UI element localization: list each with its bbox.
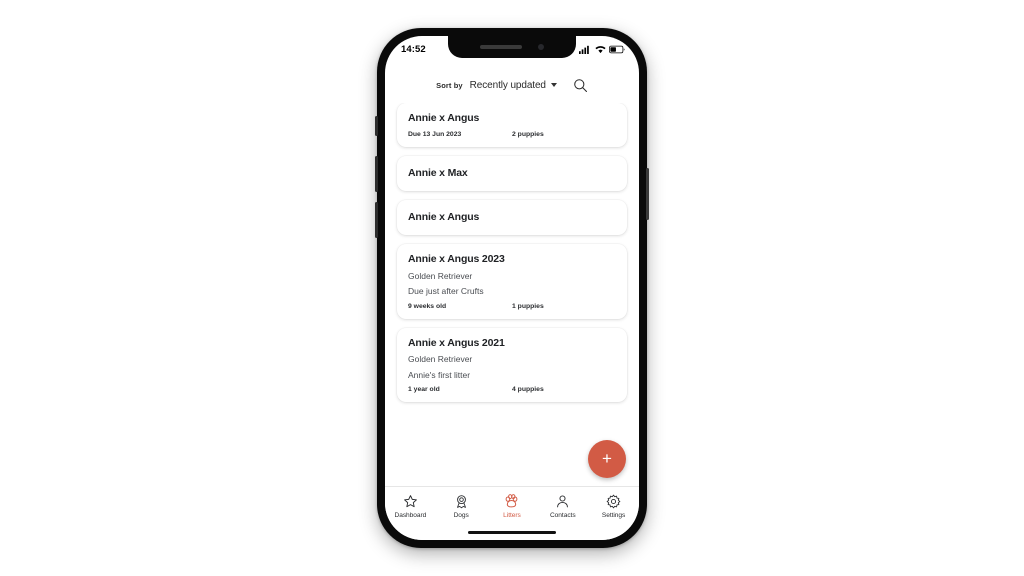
litter-note: Annie's first litter	[408, 369, 471, 380]
litter-title: Annie x Angus 2021	[408, 336, 505, 349]
litter-title: Annie x Angus	[408, 211, 480, 224]
nav-label: Dogs	[453, 512, 469, 519]
litter-card[interactable]: Annie x Max	[397, 156, 627, 192]
litter-meta: Due 13 Jun 2023 2 puppies	[408, 131, 616, 138]
litter-breed: Golden Retriever	[408, 271, 473, 281]
paw-icon	[506, 494, 518, 508]
nav-label: Contacts	[549, 512, 576, 519]
nav-label: Litters	[503, 512, 521, 519]
litter-note: Due just after Crufts	[408, 286, 484, 297]
front-camera-icon	[538, 44, 544, 50]
nav-item-settings[interactable]: Settings	[590, 494, 638, 519]
litter-puppy-count: 4 puppies	[512, 386, 544, 394]
nav-item-dogs[interactable]: Dogs	[437, 494, 485, 519]
person-icon	[557, 495, 569, 508]
status-time: 14:52	[401, 43, 426, 55]
litter-card[interactable]: Annie x Angus 2021 Golden Retriever Anni…	[397, 327, 627, 403]
nav-item-contacts[interactable]: Contacts	[539, 494, 587, 519]
phone-screen: 14:52 Sort by Recently updated Annie x A…	[385, 36, 639, 540]
star-icon	[404, 495, 417, 508]
litter-age: 9 weeks old	[408, 302, 447, 310]
home-indicator[interactable]	[468, 530, 556, 534]
sort-dropdown-value: Recently updated	[469, 79, 546, 91]
add-litter-fab[interactable]: +	[588, 440, 626, 478]
status-bar-icons	[579, 45, 625, 54]
litter-meta: 1 year old 4 puppies	[408, 386, 616, 393]
search-button[interactable]	[573, 78, 588, 93]
litter-title: Annie x Angus 2023	[408, 253, 505, 266]
nav-item-dashboard[interactable]: Dashboard	[386, 494, 434, 519]
nav-label: Settings	[601, 512, 626, 519]
signal-bars-icon	[579, 45, 589, 54]
silent-switch-button[interactable]	[375, 116, 378, 136]
litter-card[interactable]: Annie x Angus Due 13 Jun 2023 2 puppies	[397, 103, 627, 148]
litter-list[interactable]: Annie x Angus Due 13 Jun 2023 2 puppies …	[385, 103, 639, 474]
litter-meta: 9 weeks old 1 puppies	[408, 303, 616, 310]
phone-notch	[448, 36, 576, 58]
nav-item-litters[interactable]: Litters	[488, 494, 536, 519]
search-icon	[574, 78, 587, 92]
wifi-icon	[594, 45, 606, 53]
litter-puppy-count: 2 puppies	[512, 131, 544, 139]
volume-down-button[interactable]	[375, 202, 378, 238]
phone-device-frame: 14:52 Sort by Recently updated Annie x A…	[375, 28, 649, 548]
litter-card[interactable]: Annie x Angus 2023 Golden Retriever Due …	[397, 244, 627, 319]
power-button[interactable]	[646, 168, 649, 220]
litter-title: Annie x Max	[408, 167, 468, 180]
rosette-icon	[456, 495, 466, 509]
litter-card[interactable]: Annie x Angus	[397, 200, 627, 236]
sort-by-label: Sort by	[436, 80, 463, 90]
sort-dropdown[interactable]: Recently updated	[470, 80, 557, 91]
plus-icon: +	[602, 448, 612, 468]
chevron-down-icon	[550, 83, 557, 87]
sort-toolbar: Sort by Recently updated	[385, 70, 639, 100]
litter-breed: Golden Retriever	[408, 354, 473, 365]
litter-age: Due 13 Jun 2023	[408, 131, 462, 139]
litter-title: Annie x Angus	[408, 112, 480, 124]
battery-icon	[609, 45, 625, 53]
litter-age: 1 year old	[408, 386, 440, 394]
nav-label: Dashboard	[394, 512, 427, 519]
litter-puppy-count: 1 puppies	[512, 302, 544, 310]
earpiece-speaker	[480, 45, 522, 49]
volume-up-button[interactable]	[375, 156, 378, 192]
gear-icon	[606, 494, 621, 509]
